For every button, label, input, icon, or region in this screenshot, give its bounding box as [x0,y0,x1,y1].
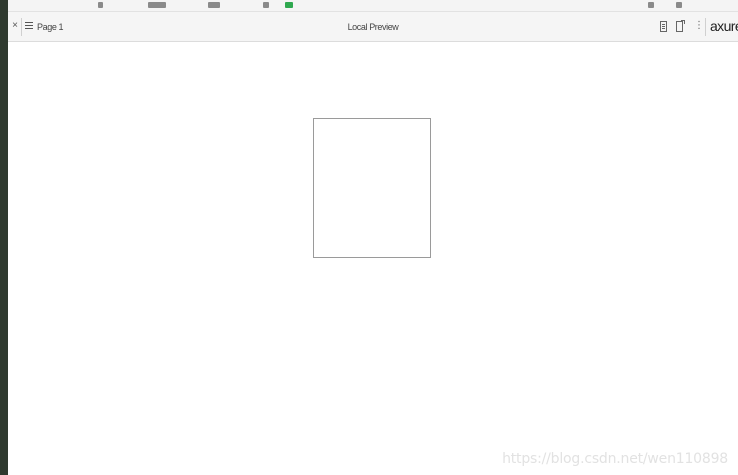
preview-toolbar: × Page 1 Local Preview ⋮ axure [8,12,738,42]
preview-title: Local Preview [347,22,399,32]
more-options-icon[interactable]: ⋮ [694,20,704,32]
browser-ui-fragment [676,2,682,8]
notes-icon[interactable] [660,21,667,32]
current-page-name[interactable]: Page 1 [37,21,64,33]
browser-ui-fragment [263,2,269,8]
close-icon[interactable]: × [10,20,20,32]
desktop-edge [0,0,8,475]
pages-list-icon[interactable] [25,21,33,31]
axure-logo[interactable]: axure [710,17,738,35]
toolbar-divider [705,18,706,36]
toolbar-divider [21,18,22,36]
inspect-icon[interactable] [676,20,685,32]
rectangle-widget[interactable] [313,118,431,258]
browser-bar-cropped [8,0,738,12]
browser-ui-fragment [98,2,103,8]
browser-ui-fragment [148,2,166,8]
browser-ui-fragment [648,2,654,8]
watermark: https://blog.csdn.net/wen110898 [502,451,728,467]
preview-window: × Page 1 Local Preview ⋮ axure https://b… [0,0,738,475]
browser-ui-fragment [208,2,220,8]
extension-icon[interactable] [285,2,293,8]
prototype-canvas: https://blog.csdn.net/wen110898 [8,42,738,475]
